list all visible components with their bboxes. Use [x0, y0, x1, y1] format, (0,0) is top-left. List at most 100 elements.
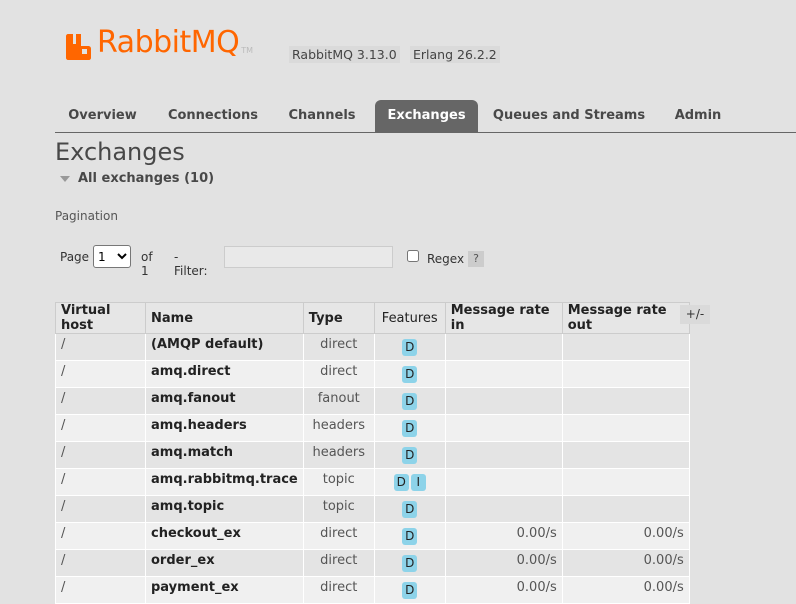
- main-tabs: Overview Connections Channels Exchanges …: [55, 100, 796, 133]
- column-header-type[interactable]: Type: [302, 302, 375, 334]
- cell-features: D: [373, 333, 446, 361]
- column-header-features: Features: [373, 302, 446, 334]
- durable-badge: D: [402, 555, 418, 572]
- tab-overview[interactable]: Overview: [55, 100, 150, 132]
- cell-virtual-host: /: [55, 441, 146, 469]
- collapse-triangle-icon: [60, 175, 70, 182]
- page-title: Exchanges: [55, 138, 185, 166]
- table-row: / payment_ex direct D 0.00/s 0.00/s: [55, 576, 690, 604]
- tab-queues-and-streams[interactable]: Queues and Streams: [492, 100, 646, 132]
- table-row: / (AMQP default) direct D: [55, 333, 690, 361]
- cell-message-rate-out: 0.00/s: [561, 549, 690, 577]
- cell-type: direct: [302, 576, 375, 604]
- cell-type: direct: [302, 522, 375, 550]
- cell-message-rate-out: [561, 333, 690, 361]
- durable-badge: D: [402, 393, 418, 410]
- cell-features: D: [373, 576, 446, 604]
- table-body: / (AMQP default) direct D / amq.direct direct D…: [55, 333, 690, 604]
- cell-exchange-name[interactable]: amq.headers: [145, 414, 304, 442]
- table-row: / amq.topic topic D: [55, 495, 690, 523]
- page-count-label: of 1: [141, 250, 153, 278]
- tab-exchanges[interactable]: Exchanges: [375, 100, 478, 132]
- cell-virtual-host: /: [55, 549, 146, 577]
- cell-exchange-name[interactable]: amq.fanout: [145, 387, 304, 415]
- table-row: / checkout_ex direct D 0.00/s 0.00/s: [55, 522, 690, 550]
- durable-badge: D: [402, 582, 418, 599]
- cell-virtual-host: /: [55, 387, 146, 415]
- cell-message-rate-in: [444, 468, 563, 496]
- cell-message-rate-out: [561, 441, 690, 469]
- durable-badge: D: [402, 447, 418, 464]
- durable-badge: D: [402, 528, 418, 545]
- page-label: Page: [60, 250, 90, 264]
- cell-type: headers: [302, 441, 375, 469]
- cell-type: direct: [302, 333, 375, 361]
- durable-badge: D: [402, 366, 418, 383]
- cell-message-rate-in: 0.00/s: [444, 576, 563, 604]
- cell-features: D: [373, 387, 446, 415]
- table-row: / order_ex direct D 0.00/s 0.00/s: [55, 549, 690, 577]
- cell-message-rate-in: [444, 441, 563, 469]
- cell-features: D: [373, 414, 446, 442]
- cell-exchange-name[interactable]: checkout_ex: [145, 522, 304, 550]
- column-header-name[interactable]: Name: [145, 302, 304, 334]
- cell-message-rate-out: 0.00/s: [561, 576, 690, 604]
- cell-virtual-host: /: [55, 333, 146, 361]
- cell-features: D: [373, 522, 446, 550]
- section-title: All exchanges (10): [78, 171, 215, 186]
- cell-exchange-name[interactable]: payment_ex: [145, 576, 304, 604]
- logo-trademark: TM: [241, 46, 254, 55]
- cell-virtual-host: /: [55, 360, 146, 388]
- cell-message-rate-out: [561, 414, 690, 442]
- cell-message-rate-out: 0.00/s: [561, 522, 690, 550]
- all-exchanges-toggle[interactable]: All exchanges (10): [60, 171, 214, 186]
- cell-message-rate-in: [444, 360, 563, 388]
- cell-features: D: [373, 360, 446, 388]
- column-header-message-rate-in: Message rate in: [444, 302, 563, 334]
- exchanges-table: Virtual host Name Type Features Message …: [55, 302, 690, 604]
- column-header-virtual-host[interactable]: Virtual host: [55, 302, 146, 334]
- durable-badge: D: [402, 501, 418, 518]
- pagination-label[interactable]: Pagination: [55, 209, 118, 223]
- cell-message-rate-out: [561, 360, 690, 388]
- page-select[interactable]: 1: [93, 245, 131, 268]
- cell-virtual-host: /: [55, 576, 146, 604]
- tab-channels[interactable]: Channels: [281, 100, 363, 132]
- rabbitmq-version: RabbitMQ 3.13.0: [289, 46, 400, 63]
- cell-message-rate-in: 0.00/s: [444, 549, 563, 577]
- cell-features: D: [373, 549, 446, 577]
- cell-message-rate-out: [561, 495, 690, 523]
- regex-checkbox[interactable]: [407, 250, 419, 262]
- cell-features: DI: [373, 468, 446, 496]
- cell-message-rate-in: 0.00/s: [444, 522, 563, 550]
- table-header-row: Virtual host Name Type Features Message …: [55, 302, 690, 334]
- cell-exchange-name[interactable]: amq.topic: [145, 495, 304, 523]
- durable-badge: D: [402, 420, 418, 437]
- rabbitmq-logo: RabbitMQ TM: [66, 26, 253, 60]
- tab-connections[interactable]: Connections: [159, 100, 267, 132]
- filter-label: - Filter:: [174, 250, 208, 278]
- cell-exchange-name[interactable]: amq.match: [145, 441, 304, 469]
- cell-message-rate-out: [561, 387, 690, 415]
- cell-virtual-host: /: [55, 522, 146, 550]
- table-row: / amq.fanout fanout D: [55, 387, 690, 415]
- cell-exchange-name[interactable]: order_ex: [145, 549, 304, 577]
- table-row: / amq.match headers D: [55, 441, 690, 469]
- regex-help-button[interactable]: ?: [468, 251, 484, 267]
- cell-type: headers: [302, 414, 375, 442]
- cell-type: fanout: [302, 387, 375, 415]
- filter-input[interactable]: [224, 246, 393, 268]
- cell-message-rate-in: [444, 495, 563, 523]
- cell-exchange-name[interactable]: amq.direct: [145, 360, 304, 388]
- cell-exchange-name[interactable]: amq.rabbitmq.trace: [145, 468, 304, 496]
- cell-type: topic: [302, 495, 375, 523]
- tab-admin[interactable]: Admin: [667, 100, 729, 132]
- cell-exchange-name[interactable]: (AMQP default): [145, 333, 304, 361]
- cell-message-rate-in: [444, 333, 563, 361]
- toggle-columns-button[interactable]: +/-: [680, 305, 710, 324]
- column-header-message-rate-out: Message rate out: [561, 302, 690, 334]
- cell-type: topic: [302, 468, 375, 496]
- cell-type: direct: [302, 360, 375, 388]
- cell-features: D: [373, 495, 446, 523]
- durable-badge: D: [402, 339, 418, 356]
